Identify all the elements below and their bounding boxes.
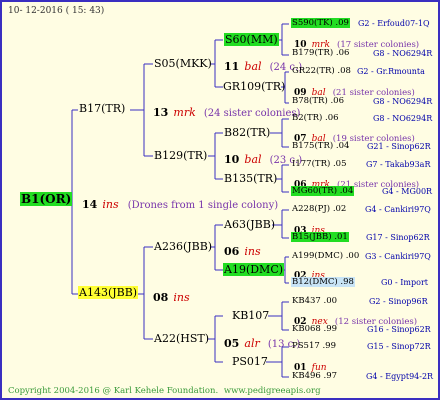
fmf-queen[interactable]: B82(TR) — [224, 126, 270, 139]
anc-b12[interactable]: B12(DMC) .98 — [291, 277, 355, 287]
root-generation: 14 ins (Drones from 1 single colony) — [82, 198, 279, 211]
anc-b179[interactable]: B179(TR) .06 — [292, 48, 349, 58]
anc-mg60[interactable]: MG60(TR) .04 — [291, 186, 355, 196]
anc-a228[interactable]: A228(PJ) .02 — [292, 204, 346, 214]
fff-queen[interactable]: S60(MM) — [224, 33, 279, 46]
loc-s590: G2 - Erfoud07-1Q — [358, 19, 430, 28]
anc-s590[interactable]: S590(TK) .09 — [291, 18, 350, 28]
loc-b78: G8 - NO6294R — [373, 97, 433, 106]
loc-b179: G8 - NO6294R — [373, 49, 433, 58]
anc-gr22[interactable]: GR22(TR) .08 — [292, 66, 351, 76]
anc-b175[interactable]: B175(TR) .04 — [292, 141, 349, 151]
anc-b15[interactable]: B15(JBB) .01 — [291, 232, 349, 242]
mm-generation: 05 alr (13 c.) — [224, 337, 301, 350]
site-link[interactable]: www.pedigreeapis.org — [224, 386, 321, 396]
root-queen[interactable]: B1(OR) — [20, 192, 73, 206]
tree-lines-father — [130, 63, 153, 157]
mf-generation: 06 ins — [224, 245, 261, 258]
tree-lines-mother — [136, 246, 153, 340]
mfm-queen[interactable]: A19(DMC) — [223, 263, 285, 276]
father-queen[interactable]: B17(TR) — [79, 102, 125, 115]
loc-ps517: G15 - Sinop72R — [367, 342, 431, 351]
anc-i177[interactable]: I177(TR) .05 — [292, 159, 347, 169]
tree-lines-a22 — [208, 315, 223, 363]
fmm-queen[interactable]: B135(TR) — [224, 172, 277, 185]
mmm-queen[interactable]: PS017 — [232, 355, 268, 368]
loc-a228: G4 - Cankiri97Q — [365, 205, 431, 214]
tree-lines-b135 — [276, 164, 289, 193]
loc-a199: G3 - Cankiri97Q — [365, 252, 431, 261]
fm-generation: 10 bal (23 c.) — [224, 153, 303, 166]
loc-b175: G21 - Sinop62R — [367, 142, 431, 151]
mmf-queen[interactable]: KB107 — [232, 309, 269, 322]
mff-queen[interactable]: A63(JBB) — [224, 218, 275, 231]
pedigree-frame: 10- 12-2016 ( 15: 43) B1(OR) 14 ins (Dro… — [0, 0, 440, 400]
anc-b78[interactable]: B78(TR) .06 — [292, 96, 344, 106]
fm-queen[interactable]: B129(TR) — [154, 149, 207, 162]
anc-kb068[interactable]: KB068 .99 — [292, 324, 337, 334]
loc-kb496: G4 - Egypt94-2R — [366, 372, 434, 381]
tree-lines-s05 — [210, 39, 223, 88]
mother-queen[interactable]: A143(JBB) — [78, 286, 139, 299]
report-date: 10- 12-2016 ( 15: 43) — [8, 6, 105, 16]
tree-lines-ps017 — [266, 346, 289, 378]
loc-b12: G0 - Import — [381, 278, 428, 287]
ff-queen[interactable]: S05(MKK) — [154, 57, 212, 70]
footer: Copyright 2004-2016 @ Karl Kehele Founda… — [8, 386, 321, 396]
ff-generation: 11 bal (24 c.) — [224, 60, 303, 73]
tree-lines-kb107 — [268, 301, 289, 331]
anc-kb496[interactable]: KB496 .97 — [292, 371, 337, 381]
father-generation: 13 mrk (24 sister colonies) — [153, 106, 301, 119]
anc-ps517[interactable]: PS517 .99 — [292, 341, 336, 351]
anc-kb437[interactable]: KB437 .00 — [292, 296, 337, 306]
copyright-text: Copyright 2004-2016 @ Karl Kehele Founda… — [8, 386, 219, 396]
anc-b2[interactable]: B2(TR) .06 — [292, 113, 339, 123]
ffm-queen[interactable]: GR109(TR) — [223, 80, 285, 93]
tree-lines-b82 — [270, 118, 289, 148]
loc-b2: G8 - NO6294R — [373, 114, 433, 123]
mm-queen[interactable]: A22(HST) — [154, 332, 209, 345]
loc-kb437: G2 - Sinop96R — [369, 297, 428, 306]
tree-lines-b129 — [208, 132, 223, 180]
loc-kb068: G16 - Sinop62R — [367, 325, 431, 334]
anc-a199[interactable]: A199(DMC) .00 — [292, 251, 359, 261]
mf-queen[interactable]: A236(JBB) — [154, 240, 212, 253]
loc-i177: G7 - Takab93aR — [366, 160, 431, 169]
loc-b15: G17 - Sinop62R — [366, 233, 430, 242]
mother-generation: 08 ins — [153, 291, 190, 304]
loc-mg60: G4 - MG00R — [382, 187, 433, 196]
loc-gr22: G2 - Gr.Rmounta — [357, 67, 425, 76]
